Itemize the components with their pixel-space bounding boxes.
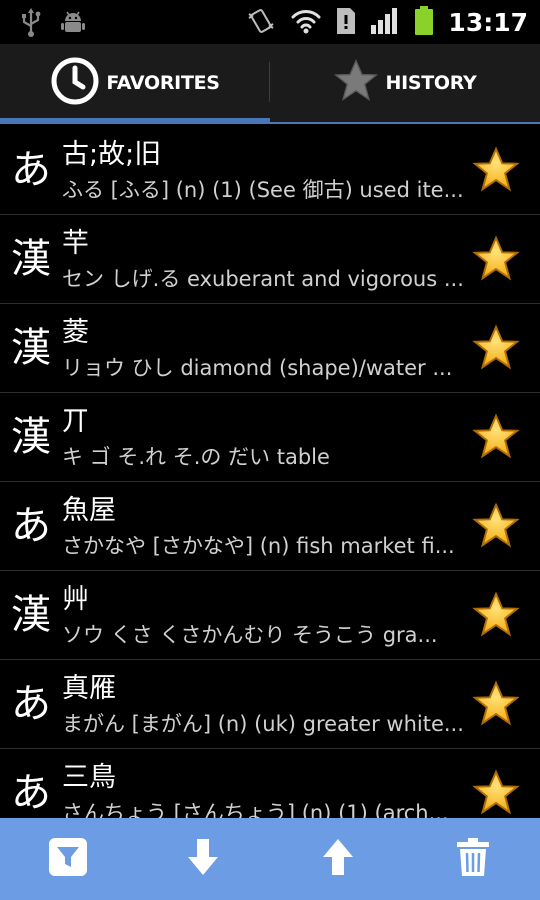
- favorite-star-icon[interactable]: [472, 235, 520, 283]
- entry-word: 芉: [62, 228, 89, 259]
- wifi-icon: [290, 7, 322, 39]
- favorite-star-icon[interactable]: [472, 680, 520, 728]
- status-bar: 13:17: [0, 0, 540, 44]
- entry-type-indicator: あ: [11, 770, 51, 816]
- entry-definition: セン しげ.る exuberant and vigorous ...: [62, 267, 464, 291]
- favorite-star-icon[interactable]: [472, 146, 520, 194]
- entry-type-indicator: 漢: [11, 325, 51, 371]
- list-item[interactable]: あ三鳥さんちょう [さんちょう] (n) (1) (arch...: [0, 749, 540, 818]
- entry-definition: さんちょう [さんちょう] (n) (1) (arch...: [62, 801, 449, 818]
- entry-word: 丌: [62, 406, 89, 437]
- favorite-star-icon[interactable]: [472, 769, 520, 817]
- entry-definition: ふる [ふる] (n) (1) (See 御古) used ite...: [62, 178, 464, 202]
- entry-definition: キ ゴ そ.れ そ.の だい table: [62, 445, 330, 469]
- entry-type-indicator: 漢: [11, 236, 51, 282]
- delete-button[interactable]: [443, 829, 503, 889]
- entry-type-indicator: あ: [11, 147, 51, 193]
- vibrate-icon: [246, 6, 276, 40]
- android-debug-icon: [60, 10, 86, 40]
- sim-icon: [336, 7, 356, 39]
- list-item[interactable]: 漢艸ソウ くさ くさかんむり そうこう gra...: [0, 571, 540, 660]
- tab-history[interactable]: HISTORY: [270, 44, 540, 122]
- entry-word: 古;故;旧: [62, 139, 162, 170]
- tab-favorites[interactable]: FAVORITES: [0, 44, 270, 124]
- entry-definition: まがん [まがん] (n) (uk) greater white...: [62, 712, 464, 736]
- list-item[interactable]: 漢芉セン しげ.る exuberant and vigorous ...: [0, 215, 540, 304]
- favorite-star-icon[interactable]: [472, 502, 520, 550]
- filter-icon: [48, 837, 88, 881]
- entry-word: 菱: [62, 317, 89, 348]
- favorites-list[interactable]: あ古;故;旧 ふる [ふる] (n) (1) (See 御古) used ite.…: [0, 126, 540, 818]
- arrow-up-icon: [321, 837, 355, 881]
- entry-definition: さかなや [さかなや] (n) fish market fi...: [62, 534, 455, 558]
- arrow-down-icon: [186, 837, 220, 881]
- tab-bar: FAVORITES HISTORY: [0, 44, 540, 124]
- star-icon: [333, 58, 379, 108]
- move-up-button[interactable]: [308, 829, 368, 889]
- signal-icon: [370, 7, 400, 39]
- entry-word: 魚屋: [62, 495, 116, 526]
- clock-icon: [50, 56, 100, 110]
- list-item[interactable]: あ魚屋さかなや [さかなや] (n) fish market fi...: [0, 482, 540, 571]
- bottom-toolbar: [0, 818, 540, 900]
- entry-word: 真雁: [62, 673, 116, 704]
- favorite-star-icon[interactable]: [472, 324, 520, 372]
- entry-word: 艸: [62, 584, 89, 615]
- favorite-star-icon[interactable]: [472, 413, 520, 461]
- entry-type-indicator: あ: [11, 503, 51, 549]
- tab-history-label: HISTORY: [385, 72, 477, 94]
- filter-button[interactable]: [38, 829, 98, 889]
- entry-type-indicator: 漢: [11, 414, 51, 460]
- entry-type-indicator: あ: [11, 681, 51, 727]
- entry-word: 三鳥: [62, 762, 116, 793]
- move-down-button[interactable]: [173, 829, 233, 889]
- entry-definition: ソウ くさ くさかんむり そうこう gra...: [62, 623, 438, 647]
- clock: 13:17: [448, 8, 528, 37]
- trash-icon: [455, 837, 491, 881]
- list-item[interactable]: あ真雁まがん [まがん] (n) (uk) greater white...: [0, 660, 540, 749]
- usb-icon: [20, 8, 42, 42]
- list-item[interactable]: 漢丌キ ゴ そ.れ そ.の だい table: [0, 393, 540, 482]
- tab-favorites-label: FAVORITES: [106, 72, 220, 94]
- list-item[interactable]: あ古;故;旧ふる [ふる] (n) (1) (See 御古) used ite.…: [0, 126, 540, 215]
- entry-definition: リョウ ひし diamond (shape)/water ...: [62, 356, 453, 380]
- favorite-star-icon[interactable]: [472, 591, 520, 639]
- entry-type-indicator: 漢: [11, 592, 51, 638]
- battery-icon: [414, 6, 434, 40]
- list-item[interactable]: 漢菱リョウ ひし diamond (shape)/water ...: [0, 304, 540, 393]
